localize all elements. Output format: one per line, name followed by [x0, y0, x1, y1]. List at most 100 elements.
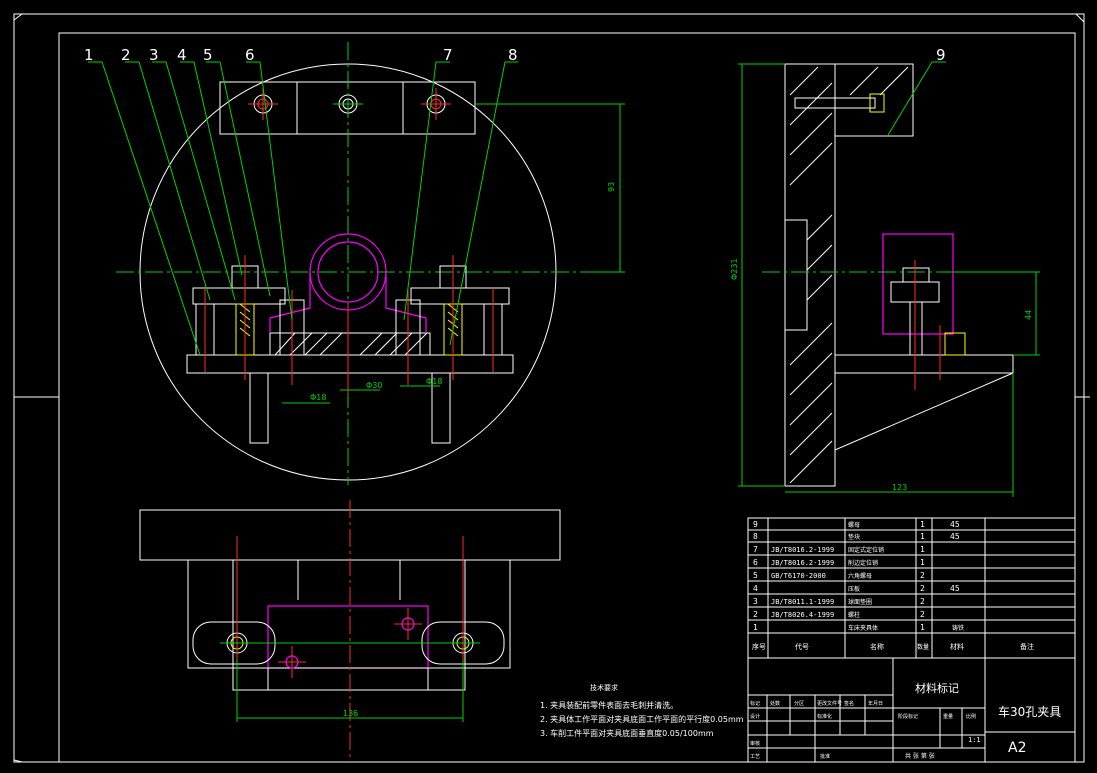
svg-text:阶段标记: 阶段标记 — [898, 713, 918, 720]
material-mark: 材料标记 — [915, 681, 959, 695]
svg-text:GB/T6170-2000: GB/T6170-2000 — [771, 572, 826, 580]
svg-text:1: 1 — [920, 558, 925, 567]
svg-text:7: 7 — [443, 46, 453, 64]
svg-text:签名: 签名 — [844, 700, 854, 707]
svg-text:2: 2 — [920, 571, 925, 580]
svg-text:5: 5 — [203, 46, 213, 64]
workpiece-side — [882, 233, 954, 335]
bom-table: 9 螺母 1 45 8 垫块 1 45 7 JB/T8016.2-1999 固定… — [747, 517, 1076, 659]
svg-text:JB/T8016.2-1999: JB/T8016.2-1999 — [771, 546, 834, 554]
part-number-labels: 1 2 3 4 5 6 7 8 — [84, 46, 518, 64]
svg-text:1: 1 — [920, 520, 925, 529]
svg-text:更改文件号: 更改文件号 — [817, 700, 842, 707]
svg-text:2: 2 — [920, 597, 925, 606]
svg-text:工艺: 工艺 — [750, 754, 760, 760]
clamp-right — [395, 255, 510, 444]
svg-text:5: 5 — [753, 571, 758, 580]
dim-123: 123 — [785, 373, 1014, 497]
svg-text:6: 6 — [753, 558, 758, 567]
bore-dimensions: Φ18 Φ30 Φ18 — [282, 377, 442, 404]
svg-text:3: 3 — [753, 597, 758, 606]
svg-text:93: 93 — [607, 182, 616, 192]
drawing-number: A2 — [1008, 740, 1026, 756]
svg-text:JB/T8026.4-1999: JB/T8026.4-1999 — [771, 611, 834, 619]
svg-text:重量: 重量 — [943, 713, 953, 720]
dim-93: 93 — [475, 103, 625, 273]
svg-text:削边定位销: 削边定位销 — [848, 559, 878, 567]
svg-text:2. 夹具体工作平面对夹具底面工作平面的平行度0.05mm: 2. 夹具体工作平面对夹具底面工作平面的平行度0.05mm — [540, 714, 744, 724]
dim-44: 44 — [953, 271, 1040, 356]
scale-value: 1:1 — [968, 736, 981, 744]
svg-text:车床夹具体: 车床夹具体 — [848, 624, 878, 632]
svg-text:螺母: 螺母 — [848, 521, 860, 529]
drawing-title: 车30孔夹具 — [998, 704, 1061, 719]
svg-text:垫块: 垫块 — [848, 533, 860, 541]
svg-text:六角螺母: 六角螺母 — [848, 572, 872, 580]
svg-text:铸铁: 铸铁 — [952, 624, 964, 632]
svg-text:1: 1 — [920, 545, 925, 554]
svg-text:备注: 备注 — [1020, 642, 1034, 651]
svg-text:压板: 压板 — [848, 585, 860, 593]
svg-text:1: 1 — [753, 623, 758, 632]
cad-drawing-canvas: Φ18 Φ30 Φ18 93 1 2 3 4 5 6 7 8 Φ231 123 … — [13, 13, 1090, 763]
svg-text:JB/T8016.2-1999: JB/T8016.2-1999 — [771, 559, 834, 567]
svg-text:设计: 设计 — [750, 713, 760, 720]
svg-text:2: 2 — [920, 584, 925, 593]
svg-text:比例: 比例 — [966, 713, 976, 720]
side-view: Φ231 123 44 9 — [730, 46, 1040, 497]
base-hatch — [274, 332, 428, 356]
svg-text:3: 3 — [149, 46, 159, 64]
dim-bore-center: Φ30 — [366, 381, 382, 390]
svg-text:Φ231: Φ231 — [730, 258, 739, 280]
svg-text:数量: 数量 — [917, 643, 929, 651]
svg-text:2: 2 — [753, 610, 758, 619]
svg-text:1: 1 — [920, 623, 925, 632]
svg-text:年月日: 年月日 — [868, 700, 883, 707]
side-hatch — [789, 66, 909, 484]
svg-text:1. 夹具装配前零件表面去毛刺并清洗。: 1. 夹具装配前零件表面去毛刺并清洗。 — [540, 700, 678, 710]
svg-text:名称: 名称 — [870, 642, 884, 651]
dim-231: Φ231 — [730, 63, 785, 487]
svg-text:标记: 标记 — [750, 700, 760, 707]
svg-text:处数: 处数 — [770, 700, 780, 707]
svg-text:45: 45 — [950, 584, 960, 593]
svg-text:8: 8 — [753, 532, 758, 541]
svg-text:分区: 分区 — [794, 700, 804, 707]
svg-text:45: 45 — [950, 532, 960, 541]
svg-text:44: 44 — [1024, 310, 1033, 320]
svg-text:批准: 批准 — [820, 753, 830, 760]
dim-bore-right: Φ18 — [426, 377, 442, 386]
svg-text:4: 4 — [177, 46, 187, 64]
svg-text:代号: 代号 — [795, 642, 809, 651]
svg-text:材料: 材料 — [950, 642, 964, 651]
svg-text:6: 6 — [245, 46, 255, 64]
svg-text:9: 9 — [753, 520, 758, 529]
svg-text:4: 4 — [753, 584, 758, 593]
svg-text:3. 车削工件平面对夹具底面垂直度0.05/100mm: 3. 车削工件平面对夹具底面垂直度0.05/100mm — [540, 728, 714, 738]
svg-text:序号: 序号 — [752, 642, 766, 651]
top-view: 136 — [139, 500, 561, 760]
dim-bore-left: Φ18 — [310, 393, 326, 402]
svg-text:技术要求: 技术要求 — [590, 683, 618, 692]
svg-text:1: 1 — [84, 46, 94, 64]
svg-text:2: 2 — [121, 46, 131, 64]
svg-text:136: 136 — [343, 709, 358, 718]
front-view: Φ18 Φ30 Φ18 93 1 2 3 4 5 6 7 8 — [84, 42, 625, 485]
tech-requirements: 技术要求 1. 夹具装配前零件表面去毛刺并清洗。 2. 夹具体工作平面对夹具底面… — [540, 683, 744, 738]
svg-text:9: 9 — [936, 46, 946, 64]
bom-header: 序号 代号 名称 数量 材料 备注 — [752, 642, 1034, 651]
sheet-text: 共 张 第 张 — [905, 752, 935, 760]
svg-text:8: 8 — [508, 46, 518, 64]
svg-text:JB/T8011.1-1999: JB/T8011.1-1999 — [771, 598, 834, 606]
svg-text:7: 7 — [753, 545, 758, 554]
svg-text:1: 1 — [920, 532, 925, 541]
base-plate — [186, 354, 514, 374]
title-block: 材料标记 车30孔夹具 A2 1:1 共 张 第 张 标记 处数 分区 更改文件… — [747, 657, 1076, 763]
svg-text:2: 2 — [920, 610, 925, 619]
svg-text:123: 123 — [892, 483, 907, 492]
svg-text:45: 45 — [950, 520, 960, 529]
svg-text:固定式定位销: 固定式定位销 — [848, 546, 884, 554]
inner-frame — [58, 32, 1076, 763]
mount-bolt-holes — [248, 88, 451, 120]
svg-text:螺柱: 螺柱 — [848, 611, 860, 619]
